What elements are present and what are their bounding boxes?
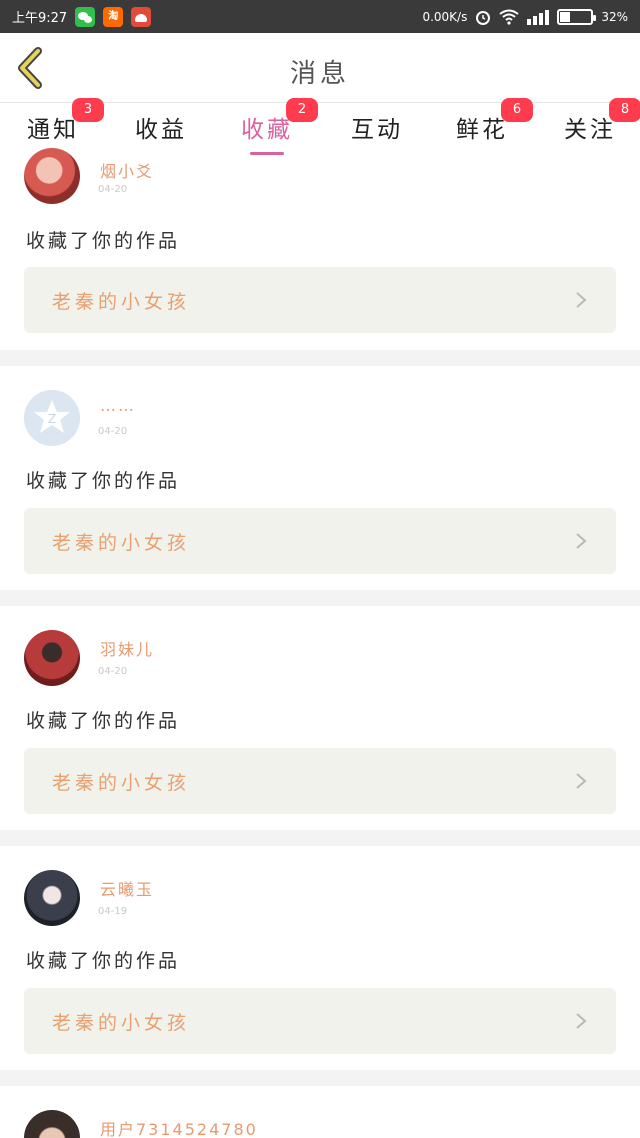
tab-bar: 通知 3 收益 收藏 2 互动 鲜花 6 关注 8 xyxy=(0,98,640,160)
chevron-right-icon xyxy=(576,292,587,308)
tab-label: 鲜花 xyxy=(456,117,508,143)
message-date: 04-20 xyxy=(98,426,128,437)
network-speed: 0.00K/s xyxy=(422,9,468,24)
page-title: 消息 xyxy=(289,59,350,89)
tab-earnings[interactable]: 收益 xyxy=(134,114,188,160)
alarm-icon xyxy=(476,10,491,25)
tab-following[interactable]: 关注 8 xyxy=(563,98,640,160)
battery-percent: 32% xyxy=(601,9,628,24)
divider xyxy=(0,830,640,846)
action-text: 收藏了你的作品 xyxy=(26,470,181,492)
list-item[interactable]: 用户7314524780 xyxy=(0,1086,640,1138)
status-time: 上午9:27 xyxy=(12,11,68,26)
list-item[interactable]: 云曦玉 04-19 收藏了你的作品 老秦的小女孩 xyxy=(0,846,640,1070)
divider xyxy=(0,1070,640,1086)
wifi-icon xyxy=(499,9,519,25)
tab-interactions[interactable]: 互动 xyxy=(350,114,404,160)
username[interactable]: 用户7314524780 xyxy=(100,1116,258,1138)
message-date: 04-20 xyxy=(98,666,128,677)
chevron-right-icon xyxy=(576,533,587,549)
divider xyxy=(0,350,640,366)
tab-label: 收益 xyxy=(135,117,187,143)
message-date: 04-19 xyxy=(98,906,128,917)
work-link[interactable]: 老秦的小女孩 xyxy=(24,988,616,1054)
username[interactable]: …… xyxy=(100,396,136,415)
work-link[interactable]: 老秦的小女孩 xyxy=(24,267,616,333)
username[interactable]: 烟小爻 xyxy=(100,158,154,182)
user-avatar[interactable] xyxy=(24,1110,80,1138)
wechat-icon xyxy=(75,6,96,27)
list-item[interactable]: 羽妹儿 04-20 收藏了你的作品 老秦的小女孩 xyxy=(0,606,640,830)
tab-badge: 2 xyxy=(286,98,318,122)
list-item[interactable]: Z …… 04-20 收藏了你的作品 老秦的小女孩 xyxy=(0,366,640,590)
tab-label: 互动 xyxy=(351,117,403,143)
svg-text:Z: Z xyxy=(48,412,56,426)
action-text: 收藏了你的作品 xyxy=(26,710,181,732)
chevron-right-icon xyxy=(576,773,587,789)
taobao-icon: 淘 xyxy=(103,6,124,27)
user-avatar[interactable] xyxy=(24,870,80,926)
username[interactable]: 云曦玉 xyxy=(100,876,154,900)
work-title: 老秦的小女孩 xyxy=(52,1012,191,1034)
action-text: 收藏了你的作品 xyxy=(26,950,181,972)
work-link[interactable]: 老秦的小女孩 xyxy=(24,748,616,814)
user-avatar[interactable] xyxy=(24,148,80,204)
tab-badge: 8 xyxy=(609,98,640,122)
action-text: 收藏了你的作品 xyxy=(26,230,181,252)
message-list: 烟小爻 04-20 收藏了你的作品 老秦的小女孩 Z …… 04-20 收藏了你… xyxy=(0,148,640,1138)
active-tab-indicator xyxy=(250,152,284,155)
battery-icon xyxy=(557,8,597,25)
tab-label: 通知 xyxy=(27,117,79,143)
tab-badge: 3 xyxy=(72,98,104,122)
user-avatar[interactable]: Z xyxy=(24,390,80,446)
tab-flowers[interactable]: 鲜花 6 xyxy=(455,98,533,160)
username[interactable]: 羽妹儿 xyxy=(100,636,154,660)
qq-avatar-icon: Z xyxy=(24,390,80,446)
list-item[interactable]: 烟小爻 04-20 收藏了你的作品 老秦的小女孩 xyxy=(0,148,640,350)
work-title: 老秦的小女孩 xyxy=(52,772,191,794)
tab-label: 收藏 xyxy=(241,117,293,143)
status-bar: 上午9:27 淘 0.00K/s 32% xyxy=(0,0,640,33)
work-title: 老秦的小女孩 xyxy=(52,291,191,313)
message-date: 04-20 xyxy=(98,184,128,195)
chevron-right-icon xyxy=(576,1013,587,1029)
header: 消息 xyxy=(0,33,640,103)
tab-favorites[interactable]: 收藏 2 xyxy=(240,98,318,160)
user-avatar[interactable] xyxy=(24,630,80,686)
tab-label: 关注 xyxy=(564,117,616,143)
tab-badge: 6 xyxy=(501,98,533,122)
divider xyxy=(0,590,640,606)
app-notification-icon xyxy=(131,6,152,27)
signal-icon xyxy=(527,9,550,25)
work-link[interactable]: 老秦的小女孩 xyxy=(24,508,616,574)
work-title: 老秦的小女孩 xyxy=(52,532,191,554)
